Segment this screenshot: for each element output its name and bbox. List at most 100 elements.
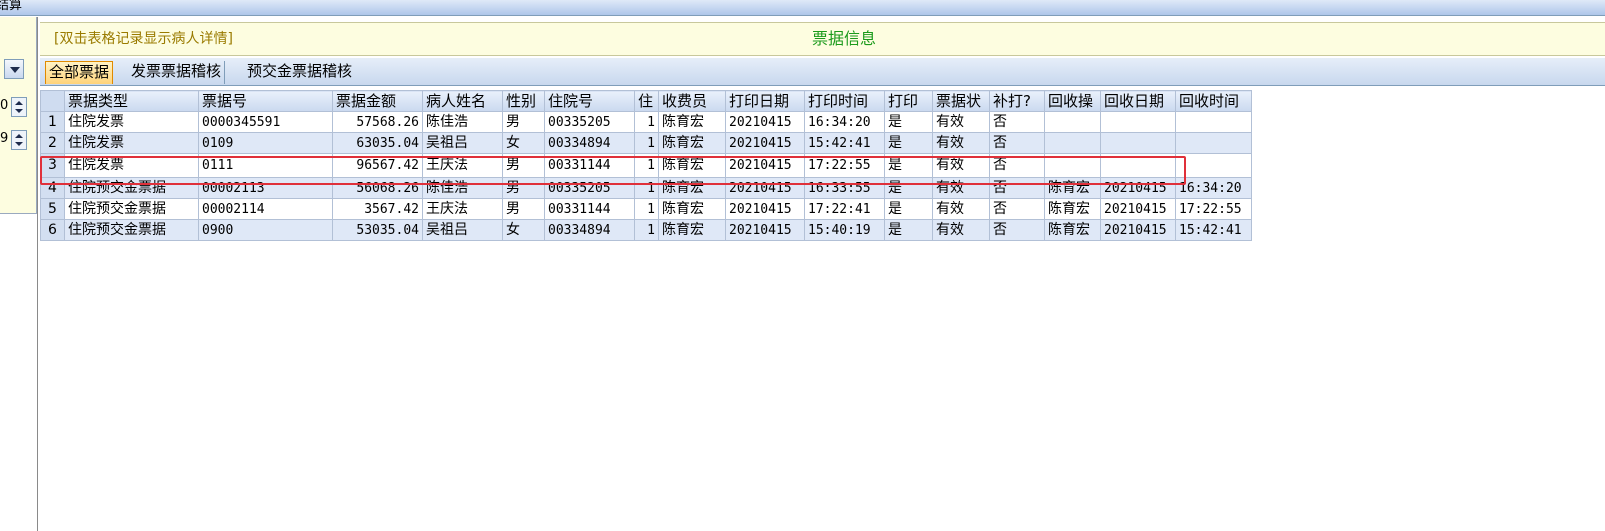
table-cell[interactable]: 陈育宏	[658, 132, 726, 154]
row-number[interactable]: 3	[40, 153, 65, 178]
spin-down-icon[interactable]	[15, 109, 23, 113]
table-cell[interactable]: 男	[502, 198, 545, 220]
row-number[interactable]: 2	[40, 132, 65, 154]
table-cell[interactable]: 0900	[198, 219, 333, 241]
column-header[interactable]: 补打?	[989, 90, 1045, 112]
row-number[interactable]: 1	[40, 111, 65, 133]
spin-up-icon[interactable]	[15, 134, 23, 138]
column-header[interactable]: 回收操	[1044, 90, 1101, 112]
table-cell[interactable]: 陈佳浩	[422, 111, 503, 133]
spin-control-2[interactable]: 9	[0, 130, 32, 150]
table-cell[interactable]: 16:33:55	[804, 177, 885, 199]
table-cell[interactable]: 0111	[198, 153, 333, 178]
table-cell[interactable]: 17:22:55	[1175, 198, 1252, 220]
table-cell[interactable]: 是	[884, 198, 933, 220]
column-header[interactable]: 票据金额	[332, 90, 423, 112]
table-cell[interactable]: 00331144	[544, 198, 635, 220]
table-cell[interactable]: 住院发票	[64, 132, 199, 154]
table-row[interactable]: 6 住院预交金票据 0900 53035.04 吴祖吕女 00334894 1 陈育宏 2021…	[40, 219, 1252, 241]
table-cell[interactable]: 57568.26	[332, 111, 423, 133]
table-row[interactable]: 1 住院发票 0000345591 57568.26 陈佳浩男 00335205 1 陈育宏 2…	[40, 111, 1252, 133]
table-cell[interactable]: 是	[884, 219, 933, 241]
column-header[interactable]: 票据号	[198, 90, 333, 112]
table-cell[interactable]: 有效	[932, 198, 990, 220]
table-cell[interactable]: 住院发票	[64, 111, 199, 133]
table-cell[interactable]: 3567.42	[332, 198, 423, 220]
table-row[interactable]: 3 住院发票 0111 96567.42 王庆法男 00331144 1 陈育宏 2021041…	[40, 153, 1252, 178]
column-header[interactable]: 打印	[884, 90, 933, 112]
table-cell[interactable]	[1175, 132, 1252, 154]
table-cell[interactable]: 否	[989, 132, 1045, 154]
table-cell[interactable]: 男	[502, 153, 545, 178]
table-cell[interactable]: 是	[884, 111, 933, 133]
table-cell[interactable]: 王庆法	[422, 153, 503, 178]
table-cell[interactable]: 否	[989, 111, 1045, 133]
table-cell[interactable]: 00335205	[544, 177, 635, 199]
table-cell[interactable]: 住院预交金票据	[64, 219, 199, 241]
column-header[interactable]: 票据类型	[64, 90, 199, 112]
table-cell[interactable]: 陈育宏	[1044, 177, 1101, 199]
column-header[interactable]: 打印时间	[804, 90, 885, 112]
table-cell[interactable]: 否	[989, 153, 1045, 178]
column-header[interactable]: 回收日期	[1100, 90, 1176, 112]
table-cell[interactable]: 住院预交金票据	[64, 198, 199, 220]
table-cell[interactable]: 63035.04	[332, 132, 423, 154]
table-cell[interactable]: 15:42:41	[804, 132, 885, 154]
table-cell[interactable]: 陈育宏	[658, 111, 726, 133]
table-cell[interactable]: 00002114	[198, 198, 333, 220]
table-cell[interactable]: 20210415	[1100, 177, 1176, 199]
table-cell[interactable]: 00334894	[544, 132, 635, 154]
table-row[interactable]: 2 住院发票 0109 63035.04 吴祖吕女 00334894 1 陈育宏 2021041…	[40, 132, 1252, 154]
tab-invoice-audit[interactable]: 发票票据稽核	[128, 61, 226, 84]
table-row[interactable]: 4 住院预交金票据 00002113 56068.26 陈佳浩男 00335205 1 陈育宏…	[40, 177, 1252, 199]
table-cell[interactable]: 女	[502, 132, 545, 154]
spin-control-1[interactable]: 0	[0, 97, 32, 117]
table-cell[interactable]: 0000345591	[198, 111, 333, 133]
table-cell[interactable]: 是	[884, 177, 933, 199]
table-cell[interactable]: 有效	[932, 177, 990, 199]
table-cell[interactable]: 吴祖吕	[422, 219, 503, 241]
spin-down-icon[interactable]	[15, 142, 23, 146]
table-cell[interactable]: 20210415	[725, 198, 805, 220]
table-cell[interactable]: 20210415	[725, 153, 805, 178]
table-cell[interactable]: 陈育宏	[658, 153, 726, 178]
column-header[interactable]: 性别	[502, 90, 545, 112]
row-number[interactable]: 5	[40, 198, 65, 220]
table-cell[interactable]: 53035.04	[332, 219, 423, 241]
tab-all-receipts[interactable]: 全部票据	[45, 61, 114, 84]
table-cell[interactable]: 16:34:20	[804, 111, 885, 133]
table-cell[interactable]: 20210415	[1100, 198, 1176, 220]
column-header[interactable]: 收费员	[658, 90, 726, 112]
table-cell[interactable]: 有效	[932, 111, 990, 133]
table-cell[interactable]: 住院发票	[64, 153, 199, 178]
table-cell[interactable]: 陈育宏	[658, 198, 726, 220]
table-cell[interactable]: 陈育宏	[658, 219, 726, 241]
spin-up-icon[interactable]	[15, 101, 23, 105]
table-cell[interactable]: 王庆法	[422, 198, 503, 220]
table-cell[interactable]: 有效	[932, 219, 990, 241]
spin-2-buttons[interactable]	[11, 130, 27, 150]
spin-1-buttons[interactable]	[11, 97, 27, 117]
table-cell[interactable]: 16:34:20	[1175, 177, 1252, 199]
table-cell[interactable]: 20210415	[725, 111, 805, 133]
table-cell[interactable]: 1	[634, 153, 659, 178]
table-cell[interactable]: 否	[989, 219, 1045, 241]
table-cell[interactable]: 56068.26	[332, 177, 423, 199]
table-cell[interactable]: 15:42:41	[1175, 219, 1252, 241]
table-cell[interactable]: 陈育宏	[1044, 198, 1101, 220]
row-number[interactable]: 6	[40, 219, 65, 241]
table-cell[interactable]: 00331144	[544, 153, 635, 178]
column-header[interactable]: 回收时间	[1175, 90, 1252, 112]
table-cell[interactable]	[1044, 111, 1101, 133]
column-header[interactable]: 住院号	[544, 90, 635, 112]
dropdown-arrow-icon[interactable]	[4, 59, 24, 79]
table-cell[interactable]	[1100, 132, 1176, 154]
table-cell[interactable]	[1044, 153, 1101, 178]
tab-deposit-audit[interactable]: 预交金票据稽核	[244, 61, 355, 84]
table-cell[interactable]: 96567.42	[332, 153, 423, 178]
table-cell[interactable]: 20210415	[725, 219, 805, 241]
table-cell[interactable]: 1	[634, 132, 659, 154]
table-cell[interactable]	[1044, 132, 1101, 154]
table-cell[interactable]: 17:22:41	[804, 198, 885, 220]
table-cell[interactable]: 陈佳浩	[422, 177, 503, 199]
